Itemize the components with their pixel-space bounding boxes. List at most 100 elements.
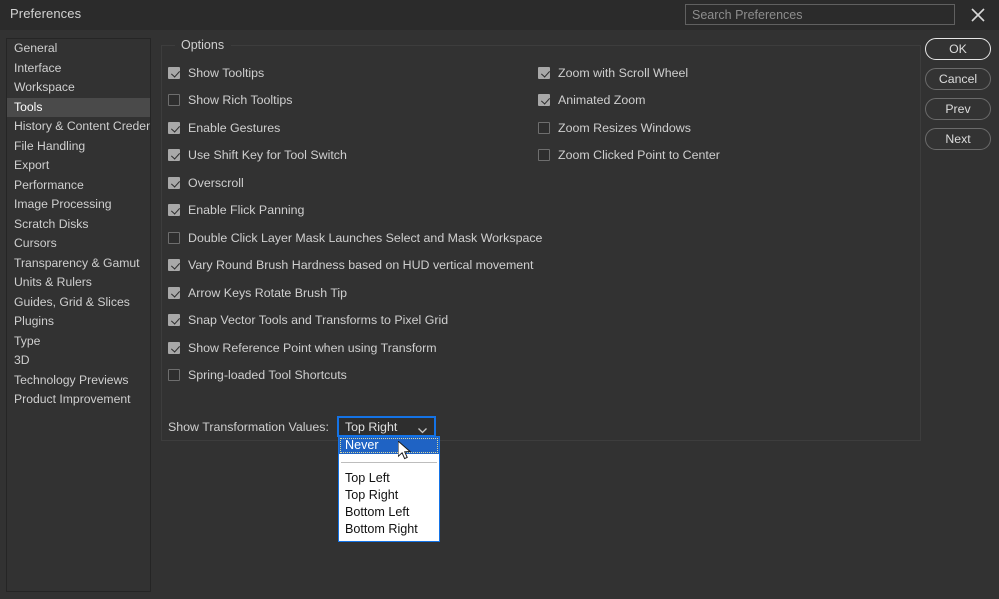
checkbox-checked-icon[interactable]: [168, 149, 180, 161]
checkbox-checked-icon[interactable]: [538, 67, 550, 79]
sidebar-item-type[interactable]: Type: [7, 332, 150, 352]
checkbox-checked-icon[interactable]: [168, 342, 180, 354]
dialog-buttons: OK Cancel Prev Next: [925, 38, 991, 158]
checkbox-checked-icon[interactable]: [168, 287, 180, 299]
checkbox-checked-icon[interactable]: [168, 314, 180, 326]
checkbox-label: Double Click Layer Mask Launches Select …: [188, 231, 542, 245]
checkbox-row-show-reference-point-when-using-transform[interactable]: Show Reference Point when using Transfor…: [168, 334, 538, 362]
checkbox-row-animated-zoom[interactable]: Animated Zoom: [538, 87, 838, 115]
checkbox-label: Animated Zoom: [558, 93, 645, 107]
cancel-button[interactable]: Cancel: [925, 68, 991, 90]
checkbox-row-spring-loaded-tool-shortcuts[interactable]: Spring-loaded Tool Shortcuts: [168, 362, 538, 390]
sidebar-item-label: History & Content Credentials: [14, 119, 151, 133]
checkbox-label: Arrow Keys Rotate Brush Tip: [188, 286, 347, 300]
checkbox-row-show-tooltips[interactable]: Show Tooltips: [168, 59, 538, 87]
checkbox-checked-icon[interactable]: [168, 122, 180, 134]
checkbox-unchecked-icon[interactable]: [168, 232, 180, 244]
preferences-dialog: Preferences General Interface Workspace Too…: [0, 0, 999, 599]
transformation-values-selected: Top Right: [345, 420, 397, 434]
checkbox-checked-icon[interactable]: [538, 94, 550, 106]
checkbox-checked-icon[interactable]: [168, 67, 180, 79]
sidebar-item-label: Performance: [14, 178, 84, 192]
options-left-column: Show TooltipsShow Rich Tooltips Enable Ge…: [168, 59, 538, 389]
checkbox-row-zoom-clicked-point-to-center[interactable]: Zoom Clicked Point to Center: [538, 142, 838, 170]
sidebar-item-interface[interactable]: Interface: [7, 59, 150, 79]
sidebar-item-label: Units & Rulers: [14, 275, 92, 289]
checkbox-row-show-rich-tooltips[interactable]: Show Rich Tooltips: [168, 87, 538, 115]
checkbox-row-vary-round-brush-hardness-based-on-hud-vertical-movement[interactable]: Vary Round Brush Hardness based on HUD v…: [168, 252, 538, 280]
sidebar-item-tools[interactable]: Tools: [7, 98, 150, 118]
checkbox-unchecked-icon[interactable]: [168, 94, 180, 106]
checkbox-row-use-shift-key-for-tool-switch[interactable]: Use Shift Key for Tool Switch: [168, 142, 538, 170]
checkbox-label: Overscroll: [188, 176, 244, 190]
checkbox-row-overscroll[interactable]: Overscroll: [168, 169, 538, 197]
close-icon[interactable]: [966, 3, 990, 27]
transformation-values-select[interactable]: Top Right: [337, 416, 436, 437]
checkbox-row-enable-flick-panning[interactable]: Enable Flick Panning: [168, 197, 538, 225]
sidebar-item-general[interactable]: General: [7, 39, 150, 59]
next-button[interactable]: Next: [925, 128, 991, 150]
checkbox-unchecked-icon[interactable]: [538, 149, 550, 161]
transformation-values-label: Show Transformation Values:: [168, 420, 329, 434]
checkbox-row-snap-vector-tools-and-transforms-to-pixel-grid[interactable]: Snap Vector Tools and Transforms to Pixe…: [168, 307, 538, 335]
sidebar-item-plugins[interactable]: Plugins: [7, 312, 150, 332]
sidebar-item-label: Tools: [14, 100, 42, 114]
checkbox-row-zoom-with-scroll-wheel[interactable]: Zoom with Scroll Wheel: [538, 59, 838, 87]
search-field-wrapper[interactable]: [685, 4, 955, 25]
checkbox-row-enable-gestures[interactable]: Enable Gestures: [168, 114, 538, 142]
window-title: Preferences: [10, 6, 81, 21]
sidebar-item-file-handling[interactable]: File Handling: [7, 137, 150, 157]
sidebar-item-transparency-gamut[interactable]: Transparency & Gamut: [7, 254, 150, 274]
category-list[interactable]: General Interface Workspace Tools History & …: [6, 38, 151, 592]
checkbox-label: Enable Flick Panning: [188, 203, 304, 217]
ok-button[interactable]: OK: [925, 38, 991, 60]
checkbox-label: Show Reference Point when using Transfor…: [188, 341, 437, 355]
sidebar-item-workspace[interactable]: Workspace: [7, 78, 150, 98]
checkbox-row-arrow-keys-rotate-brush-tip[interactable]: Arrow Keys Rotate Brush Tip: [168, 279, 538, 307]
prev-button[interactable]: Prev: [925, 98, 991, 120]
sidebar-item-label: Transparency & Gamut: [14, 256, 140, 270]
sidebar-item-export[interactable]: Export: [7, 156, 150, 176]
options-right-column: Zoom with Scroll Wheel Animated Zoom Zoom …: [538, 59, 838, 169]
sidebar-item-guides-grid-slices[interactable]: Guides, Grid & Slices: [7, 293, 150, 313]
sidebar-item-label: Technology Previews: [14, 373, 128, 387]
sidebar-item-label: Workspace: [14, 80, 75, 94]
checkbox-checked-icon[interactable]: [168, 177, 180, 189]
dropdown-option-top-left[interactable]: Top Left: [339, 470, 439, 487]
sidebar-item-technology-previews[interactable]: Technology Previews: [7, 371, 150, 391]
checkbox-label: Use Shift Key for Tool Switch: [188, 148, 347, 162]
sidebar-item-label: Product Improvement: [14, 392, 131, 406]
search-input[interactable]: [686, 5, 954, 24]
checkbox-label: Enable Gestures: [188, 121, 280, 135]
checkbox-unchecked-icon[interactable]: [538, 122, 550, 134]
sidebar-item-label: Plugins: [14, 314, 54, 328]
dropdown-option-bottom-left[interactable]: Bottom Left: [339, 504, 439, 521]
checkbox-checked-icon[interactable]: [168, 259, 180, 271]
sidebar-item-cursors[interactable]: Cursors: [7, 234, 150, 254]
sidebar-item-history-content-credentials[interactable]: History & Content Credentials: [7, 117, 150, 137]
sidebar-item-image-processing[interactable]: Image Processing: [7, 195, 150, 215]
sidebar-item-product-improvement[interactable]: Product Improvement: [7, 390, 150, 410]
sidebar-item-label: Type: [14, 334, 40, 348]
dropdown-option-top-right[interactable]: Top Right: [339, 487, 439, 504]
sidebar-item-units-rulers[interactable]: Units & Rulers: [7, 273, 150, 293]
sidebar-item-label: Export: [14, 158, 49, 172]
dropdown-option-never[interactable]: Never: [339, 437, 439, 454]
checkbox-label: Zoom Clicked Point to Center: [558, 148, 720, 162]
checkbox-row-double-click-layer-mask-launches-select-and-mask-workspace[interactable]: Double Click Layer Mask Launches Select …: [168, 224, 538, 252]
checkbox-label: Snap Vector Tools and Transforms to Pixe…: [188, 313, 448, 327]
checkbox-checked-icon[interactable]: [168, 204, 180, 216]
checkbox-label: Zoom Resizes Windows: [558, 121, 691, 135]
checkbox-unchecked-icon[interactable]: [168, 369, 180, 381]
sidebar-item-label: Scratch Disks: [14, 217, 89, 231]
sidebar-item-label: Interface: [14, 61, 61, 75]
transformation-values-row: Show Transformation Values: Top Right: [168, 416, 436, 437]
sidebar-item-3d[interactable]: 3D: [7, 351, 150, 371]
sidebar-item-label: File Handling: [14, 139, 85, 153]
sidebar-item-scratch-disks[interactable]: Scratch Disks: [7, 215, 150, 235]
dropdown-option-bottom-right[interactable]: Bottom Right: [339, 521, 439, 538]
sidebar-item-label: Guides, Grid & Slices: [14, 295, 130, 309]
transformation-values-dropdown[interactable]: Never Top LeftTop RightBottom LeftBottom …: [338, 436, 440, 542]
sidebar-item-performance[interactable]: Performance: [7, 176, 150, 196]
checkbox-row-zoom-resizes-windows[interactable]: Zoom Resizes Windows: [538, 114, 838, 142]
